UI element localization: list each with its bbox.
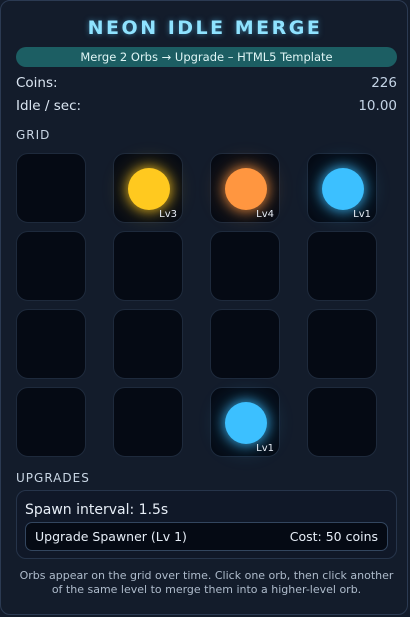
orb-level-label: Lv3 [159, 209, 177, 220]
game-title: NEON IDLE MERGE [87, 17, 323, 39]
instructions-text: Orbs appear on the grid over time. Click… [19, 569, 394, 596]
orb[interactable] [322, 168, 364, 210]
grid-cell[interactable] [113, 387, 183, 457]
grid-cell[interactable] [16, 387, 86, 457]
idle-rate-label: Idle / sec: [16, 98, 82, 114]
game-panel: NEON IDLE MERGE Merge 2 Orbs → Upgrade –… [0, 0, 408, 615]
upgrade-cost-label: Cost: 50 coins [289, 529, 378, 544]
orb-level-label: Lv4 [256, 209, 274, 220]
coins-value: 226 [371, 75, 397, 91]
merge-grid: Lv3 Lv4 Lv1 Lv1 [16, 153, 381, 459]
grid-cell[interactable] [307, 387, 377, 457]
subtitle-banner: Merge 2 Orbs → Upgrade – HTML5 Template [16, 47, 397, 67]
upgrades-panel: Spawn interval: 1.5s Upgrade Spawner (Lv… [16, 490, 397, 559]
orb-level-label: Lv1 [353, 209, 371, 220]
grid-cell[interactable] [210, 309, 280, 379]
idle-rate-row: Idle / sec: 10.00 [16, 98, 397, 118]
idle-rate-value: 10.00 [358, 98, 397, 114]
grid-cell[interactable] [16, 153, 86, 223]
upgrades-heading: UPGRADES [16, 471, 90, 485]
grid-cell[interactable] [210, 231, 280, 301]
coins-label: Coins: [16, 75, 58, 91]
orb[interactable] [225, 402, 267, 444]
spawn-interval-text: Spawn interval: 1.5s [25, 502, 169, 518]
orb-level-label: Lv1 [256, 443, 274, 454]
grid-cell[interactable]: Lv1 [307, 153, 377, 223]
grid-cell[interactable] [16, 309, 86, 379]
orb[interactable] [225, 168, 267, 210]
grid-cell[interactable] [113, 231, 183, 301]
grid-cell[interactable]: Lv1 [210, 387, 280, 457]
coins-row: Coins: 226 [16, 75, 397, 95]
grid-heading: GRID [16, 128, 51, 142]
grid-cell[interactable] [113, 309, 183, 379]
grid-cell[interactable]: Lv3 [113, 153, 183, 223]
grid-cell[interactable] [307, 231, 377, 301]
grid-cell[interactable] [307, 309, 377, 379]
grid-cell[interactable]: Lv4 [210, 153, 280, 223]
orb[interactable] [128, 168, 170, 210]
upgrade-spawner-button[interactable]: Upgrade Spawner (Lv 1) Cost: 50 coins [25, 522, 388, 551]
grid-cell[interactable] [16, 231, 86, 301]
upgrade-spawner-label: Upgrade Spawner (Lv 1) [35, 529, 187, 544]
